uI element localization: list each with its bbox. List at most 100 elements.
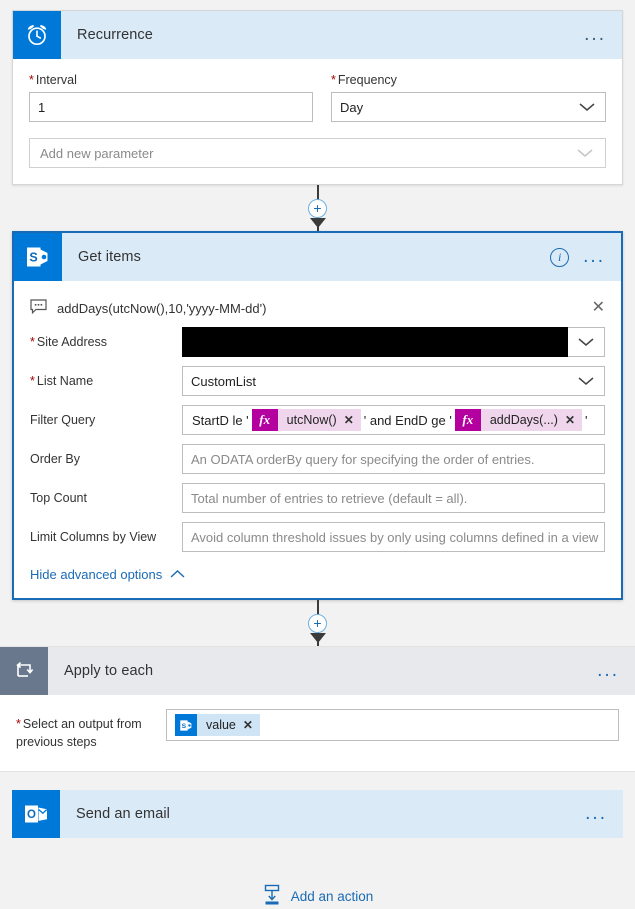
- limit-columns-by-view-placeholder: Avoid column threshold issues by only us…: [191, 529, 599, 545]
- arrow-down-icon: [307, 631, 329, 648]
- recurrence-card[interactable]: Recurrence ... * Interval 1 * Frequency Da…: [12, 10, 623, 185]
- connector-recurrence-to-getitems: +: [12, 185, 623, 231]
- apply-to-each-card[interactable]: Apply to each ... * Select an output from…: [0, 646, 635, 773]
- filter-query-text-1: ' and EndD ge ': [363, 412, 452, 428]
- insert-step-button[interactable]: +: [308, 198, 327, 218]
- expression-token-adddays[interactable]: fx addDays(...) ✕: [454, 409, 582, 431]
- interval-value: 1: [38, 99, 46, 115]
- filter-query-text-2: ': [585, 412, 588, 428]
- info-icon[interactable]: i: [550, 247, 570, 267]
- top-count-input[interactable]: Total number of entries to retrieve (def…: [182, 483, 605, 513]
- frequency-value: Day: [340, 99, 364, 115]
- apply-to-each-menu-button[interactable]: ...: [597, 661, 619, 680]
- recurrence-fields-row: * Interval 1 * Frequency Day: [29, 73, 606, 122]
- chevron-down-icon: [575, 147, 595, 159]
- chevron-up-icon: [169, 567, 186, 582]
- svg-text:O: O: [27, 809, 36, 821]
- interval-field-group: * Interval 1: [29, 73, 313, 122]
- chevron-down-icon: [577, 101, 597, 113]
- apply-to-each-title: Apply to each: [64, 663, 154, 679]
- top-count-label: Top Count: [30, 491, 87, 505]
- send-email-menu-button[interactable]: ...: [585, 804, 607, 823]
- expression-token-utcnow[interactable]: fx utcNow() ✕: [251, 409, 361, 431]
- get-items-card-header[interactable]: S Get items i ...: [14, 233, 621, 281]
- remove-token-icon[interactable]: ✕: [344, 413, 361, 427]
- chevron-down-icon: [576, 375, 596, 387]
- select-output-input[interactable]: S value ✕: [166, 709, 619, 741]
- recurrence-menu-button[interactable]: ...: [584, 25, 606, 44]
- add-action-icon: [262, 884, 282, 909]
- add-an-action-button[interactable]: Add an action: [12, 884, 623, 909]
- filter-query-tokens: StartD le ' fx utcNow() ✕ ' and EndD ge …: [189, 409, 590, 431]
- send-email-title: Send an email: [76, 806, 170, 823]
- insert-step-button[interactable]: +: [308, 613, 327, 633]
- loop-icon: [0, 647, 48, 695]
- send-email-card[interactable]: O Send an email ...: [12, 790, 623, 839]
- interval-required-asterisk: *: [29, 73, 34, 87]
- get-items-header-actions: i ...: [550, 247, 621, 267]
- apply-to-each-body: * Select an output from previous steps S …: [0, 695, 635, 771]
- get-items-title: Get items: [78, 249, 141, 265]
- order-by-input[interactable]: An ODATA orderBy query for specifying th…: [182, 444, 605, 474]
- recurrence-header-actions: ...: [584, 25, 622, 44]
- frequency-dropdown[interactable]: Day: [331, 92, 606, 122]
- hide-advanced-options-link[interactable]: Hide advanced options: [30, 567, 186, 582]
- site-address-label: * Site Address: [30, 335, 108, 349]
- get-items-card-body: addDays(utcNow(),10,'yyyy-MM-dd') ✕ * Sit…: [14, 281, 621, 598]
- select-output-required-asterisk: *: [16, 717, 21, 731]
- sharepoint-icon: S: [175, 714, 197, 736]
- value-token[interactable]: S value ✕: [175, 714, 260, 736]
- alarm-clock-icon: [13, 11, 61, 59]
- interval-label: * Interval: [29, 73, 77, 87]
- connector-getitems-to-applytoeach: +: [12, 600, 623, 646]
- site-address-redacted-value: [182, 327, 568, 357]
- list-name-label: * List Name: [30, 374, 94, 388]
- apply-to-each-header-actions: ...: [597, 661, 635, 680]
- svg-text:S: S: [181, 722, 186, 729]
- site-address-required-asterisk: *: [30, 335, 35, 349]
- get-items-fields: * Site Address * List Name CustomList Filt…: [30, 327, 605, 552]
- list-name-required-asterisk: *: [30, 374, 35, 388]
- recurrence-title: Recurrence: [77, 27, 153, 43]
- filter-query-label: Filter Query: [30, 413, 96, 427]
- list-name-value: CustomList: [191, 373, 257, 389]
- select-output-label: * Select an output from previous steps: [16, 709, 166, 751]
- sharepoint-icon: S: [14, 233, 62, 281]
- select-output-label-line2: previous steps: [16, 735, 97, 750]
- comment-text: addDays(utcNow(),10,'yyyy-MM-dd'): [57, 300, 267, 316]
- apply-to-each-card-header[interactable]: Apply to each ...: [0, 647, 635, 695]
- site-address-dropdown[interactable]: [182, 327, 605, 357]
- send-email-wrapper: O Send an email ... Add an action: [0, 772, 635, 909]
- close-icon[interactable]: ✕: [592, 300, 605, 316]
- remove-token-icon[interactable]: ✕: [565, 413, 582, 427]
- send-email-header-actions: ...: [585, 804, 623, 823]
- fx-icon: fx: [251, 409, 278, 431]
- get-items-card[interactable]: S Get items i ... addDays(utcNow(),10,'y…: [12, 231, 623, 600]
- outlook-icon: O: [12, 790, 60, 839]
- remove-token-icon[interactable]: ✕: [243, 718, 260, 732]
- value-token-label: value: [206, 718, 236, 732]
- get-items-menu-button[interactable]: ...: [583, 247, 605, 266]
- chevron-down-icon: [567, 336, 596, 348]
- frequency-field-group: * Frequency Day: [331, 73, 606, 122]
- arrow-down-icon: [307, 216, 329, 233]
- order-by-placeholder: An ODATA orderBy query for specifying th…: [191, 451, 535, 467]
- interval-input[interactable]: 1: [29, 92, 313, 122]
- expression-token-label: utcNow(): [286, 413, 337, 427]
- top-count-placeholder: Total number of entries to retrieve (def…: [191, 490, 468, 506]
- recurrence-card-body: * Interval 1 * Frequency Day Add new par…: [13, 59, 622, 184]
- frequency-label: * Frequency: [331, 73, 397, 87]
- flow-designer-canvas: Recurrence ... * Interval 1 * Frequency Da…: [0, 0, 635, 646]
- expression-token-label: addDays(...): [489, 413, 558, 427]
- chevron-down-icon: [598, 531, 604, 543]
- filter-query-text-0: StartD le ': [192, 412, 249, 428]
- add-new-parameter-dropdown[interactable]: Add new parameter: [29, 138, 606, 168]
- send-email-card-header[interactable]: O Send an email ...: [12, 790, 623, 839]
- limit-columns-by-view-dropdown[interactable]: Avoid column threshold issues by only us…: [182, 522, 605, 552]
- list-name-dropdown[interactable]: CustomList: [182, 366, 605, 396]
- recurrence-card-header[interactable]: Recurrence ...: [13, 11, 622, 59]
- fx-icon: fx: [454, 409, 481, 431]
- filter-query-input[interactable]: StartD le ' fx utcNow() ✕ ' and EndD ge …: [182, 405, 605, 435]
- order-by-label: Order By: [30, 452, 81, 466]
- hide-advanced-options-label: Hide advanced options: [30, 567, 163, 582]
